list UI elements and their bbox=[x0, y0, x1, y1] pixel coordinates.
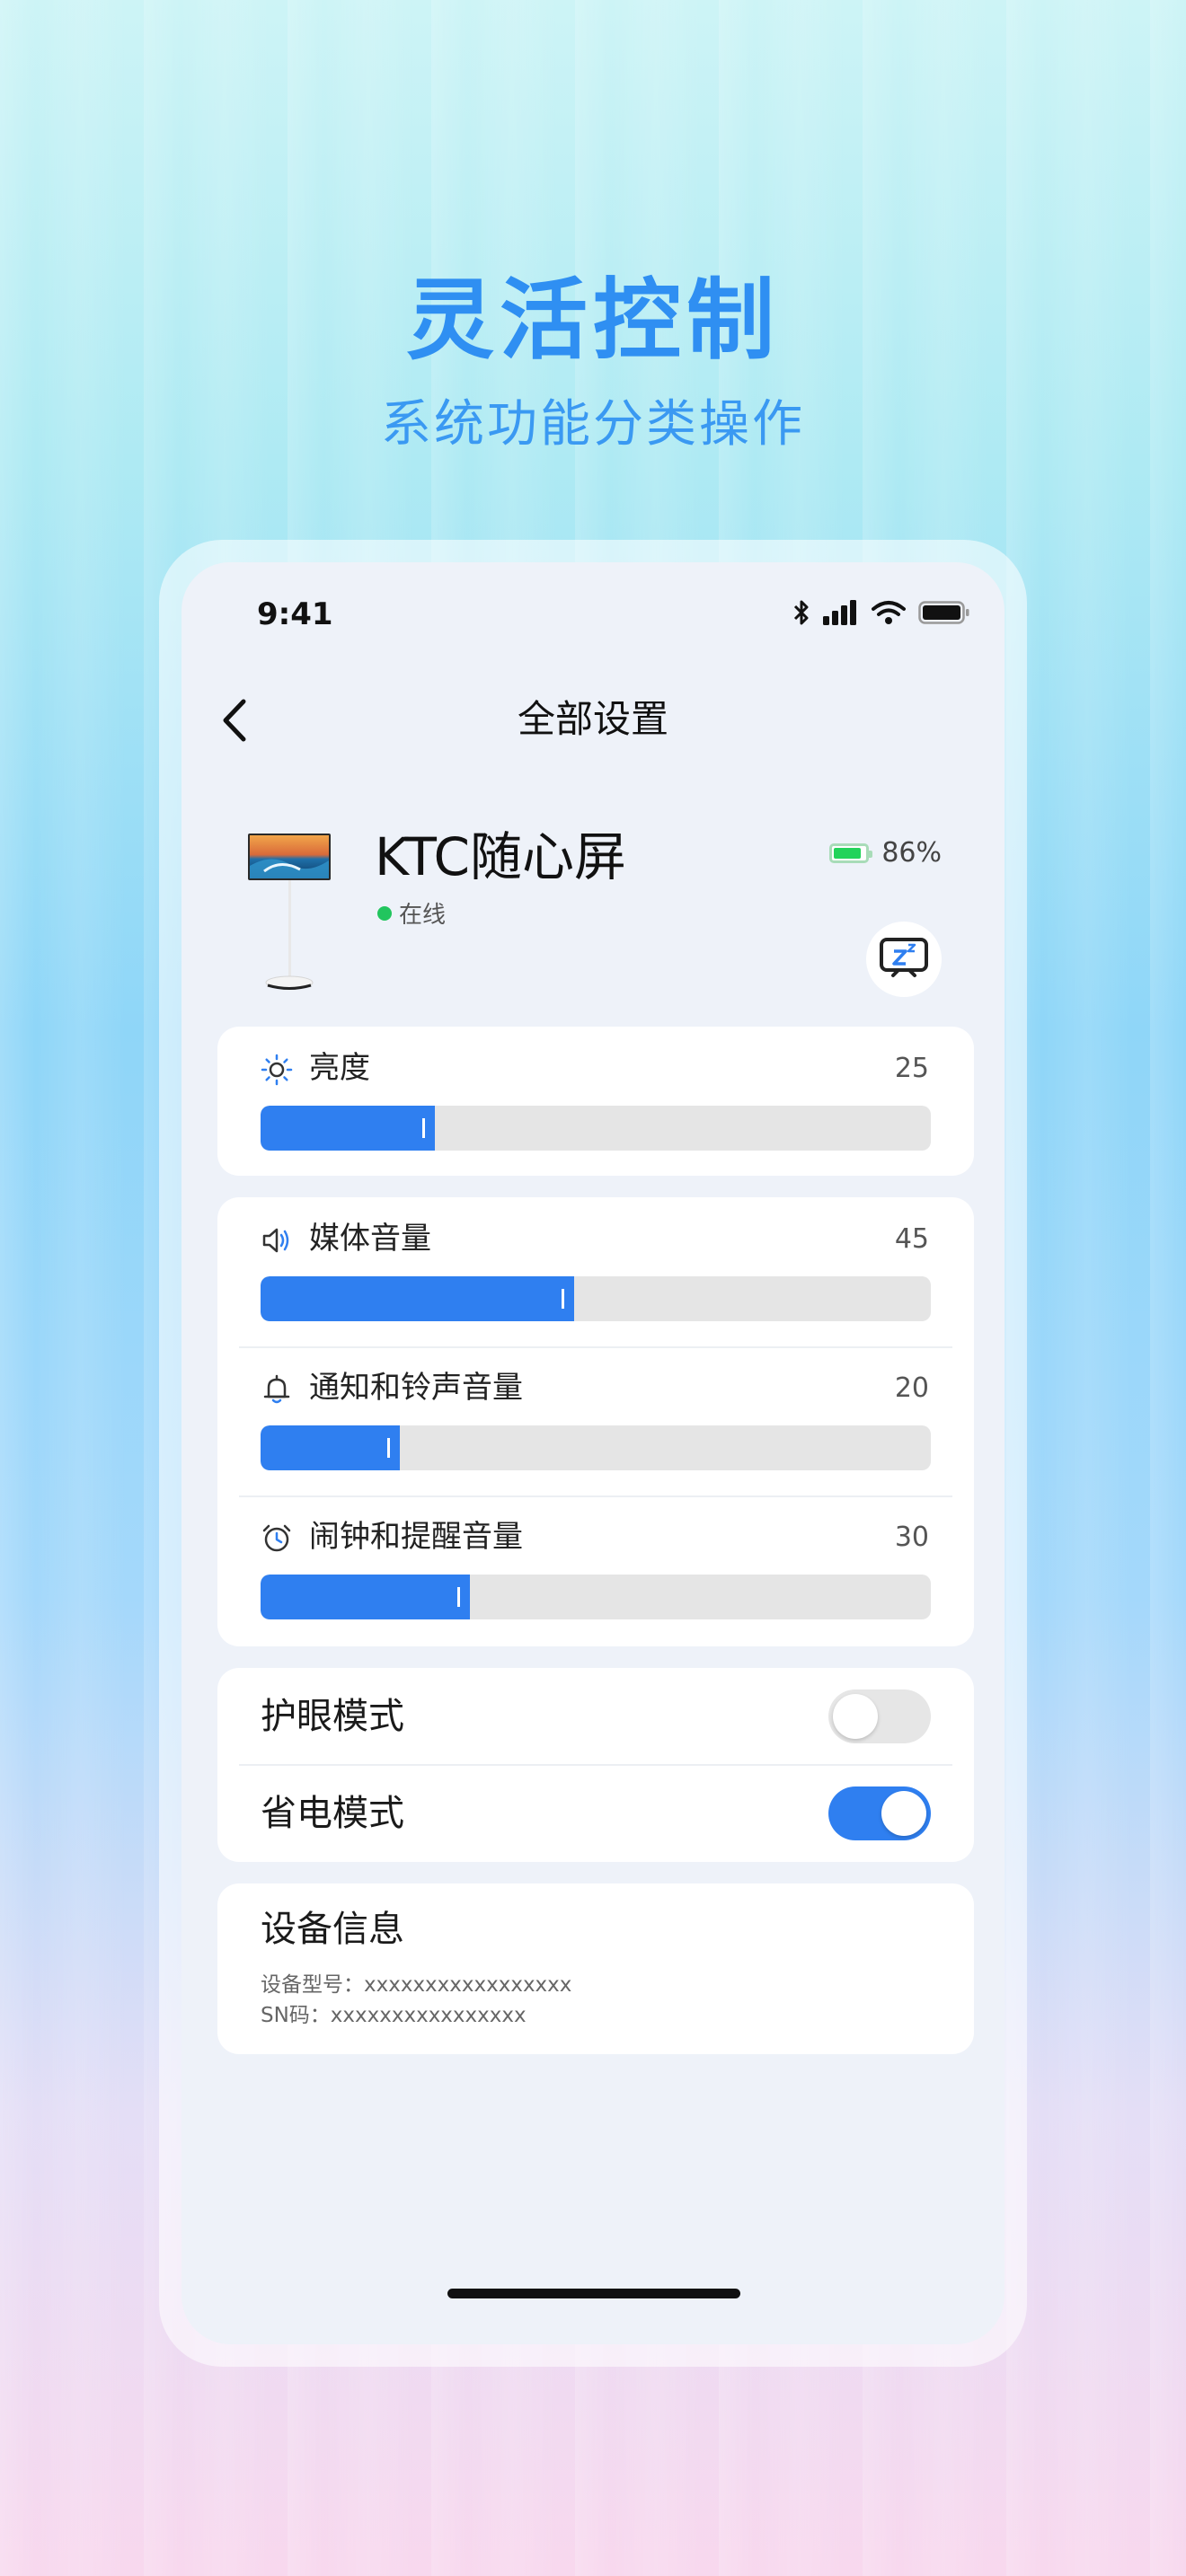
device-model-line: 设备型号：xxxxxxxxxxxxxxxxx bbox=[261, 1973, 572, 1997]
tv-sleep-icon bbox=[880, 938, 928, 977]
power-save-label: 省电模式 bbox=[261, 1793, 404, 1834]
power-save-toggle-knob bbox=[881, 1791, 926, 1836]
notification-volume-slider[interactable] bbox=[261, 1425, 931, 1470]
online-label: 在线 bbox=[399, 902, 447, 929]
brightness-slider-row: 亮度 25 bbox=[217, 1027, 974, 1176]
power-save-toggle[interactable] bbox=[828, 1786, 931, 1840]
alarm-volume-slider-thumb[interactable] bbox=[456, 1587, 460, 1607]
speaker-icon bbox=[262, 1228, 289, 1253]
device-info-card[interactable]: 设备信息 设备型号：xxxxxxxxxxxxxxxxx SN码：xxxxxxxx… bbox=[217, 1883, 974, 2054]
battery-icon bbox=[829, 842, 873, 863]
hero-title: 灵活控制 bbox=[405, 269, 780, 372]
media-volume-row: 媒体音量 45 bbox=[217, 1197, 974, 1346]
bell-icon bbox=[263, 1374, 290, 1404]
media-volume-label: 媒体音量 bbox=[309, 1221, 431, 1257]
notification-volume-value: 20 bbox=[894, 1372, 929, 1404]
notification-volume-slider-fill bbox=[261, 1425, 401, 1470]
alarm-clock-icon bbox=[262, 1524, 291, 1552]
notification-volume-label: 通知和铃声音量 bbox=[309, 1370, 523, 1406]
battery-percent: 86% bbox=[881, 837, 942, 869]
status-time: 9:41 bbox=[257, 596, 333, 632]
online-status: 在线 bbox=[377, 896, 446, 930]
alarm-volume-label: 闹钟和提醒音量 bbox=[309, 1519, 523, 1555]
page-title: 全部设置 bbox=[517, 697, 668, 741]
sleep-button[interactable] bbox=[866, 922, 942, 997]
sun-icon bbox=[261, 1054, 293, 1086]
device-image bbox=[248, 834, 331, 990]
phone-frame: 9:41 全部设置 KTC随心屏 在线 86% 亮度 25 媒体音量 45 通知… bbox=[159, 540, 1027, 2367]
hero-subtitle: 系统功能分类操作 bbox=[381, 395, 805, 454]
brightness-slider[interactable] bbox=[261, 1106, 931, 1151]
bluetooth-icon bbox=[793, 600, 809, 625]
media-volume-slider-fill bbox=[261, 1276, 575, 1321]
eye-care-toggle-knob bbox=[833, 1694, 878, 1739]
eye-care-toggle[interactable] bbox=[828, 1689, 931, 1743]
home-indicator[interactable] bbox=[447, 2289, 740, 2298]
brightness-label: 亮度 bbox=[309, 1050, 370, 1086]
phone-screen: 9:41 全部设置 KTC随心屏 在线 86% 亮度 25 媒体音量 45 通知… bbox=[181, 562, 1005, 2344]
alarm-volume-slider-fill bbox=[261, 1575, 470, 1619]
online-dot bbox=[377, 905, 392, 921]
status-icons bbox=[792, 598, 970, 627]
media-volume-slider[interactable] bbox=[261, 1276, 931, 1321]
battery-status-icon bbox=[918, 601, 969, 624]
brightness-value: 25 bbox=[894, 1053, 929, 1084]
device-battery: 86% bbox=[829, 837, 942, 869]
eye-care-label: 护眼模式 bbox=[261, 1696, 404, 1737]
volume-card: 媒体音量 45 通知和铃声音量 20 闹钟和提醒音量 30 bbox=[217, 1197, 974, 1646]
alarm-volume-slider[interactable] bbox=[261, 1575, 931, 1619]
alarm-volume-row: 闹钟和提醒音量 30 bbox=[217, 1495, 974, 1645]
notification-volume-slider-thumb[interactable] bbox=[387, 1438, 391, 1458]
media-volume-value: 45 bbox=[894, 1223, 929, 1255]
modes-card: 护眼模式 省电模式 bbox=[217, 1668, 974, 1862]
device-name: KTC随心屏 bbox=[375, 826, 627, 887]
brightness-card: 亮度 25 bbox=[217, 1027, 974, 1176]
brightness-slider-thumb[interactable] bbox=[421, 1118, 425, 1138]
device-info-title: 设备信息 bbox=[261, 1909, 404, 1950]
media-volume-slider-thumb[interactable] bbox=[562, 1289, 565, 1309]
device-sn-line: SN码：xxxxxxxxxxxxxxxx bbox=[261, 2004, 527, 2027]
alarm-volume-value: 30 bbox=[894, 1522, 929, 1553]
battery-fill bbox=[834, 847, 861, 859]
cellular-signal-icon bbox=[823, 600, 856, 625]
notification-volume-row: 通知和铃声音量 20 bbox=[217, 1346, 974, 1495]
divider bbox=[239, 1764, 952, 1766]
wifi-icon bbox=[872, 601, 906, 624]
brightness-slider-fill bbox=[261, 1106, 435, 1151]
